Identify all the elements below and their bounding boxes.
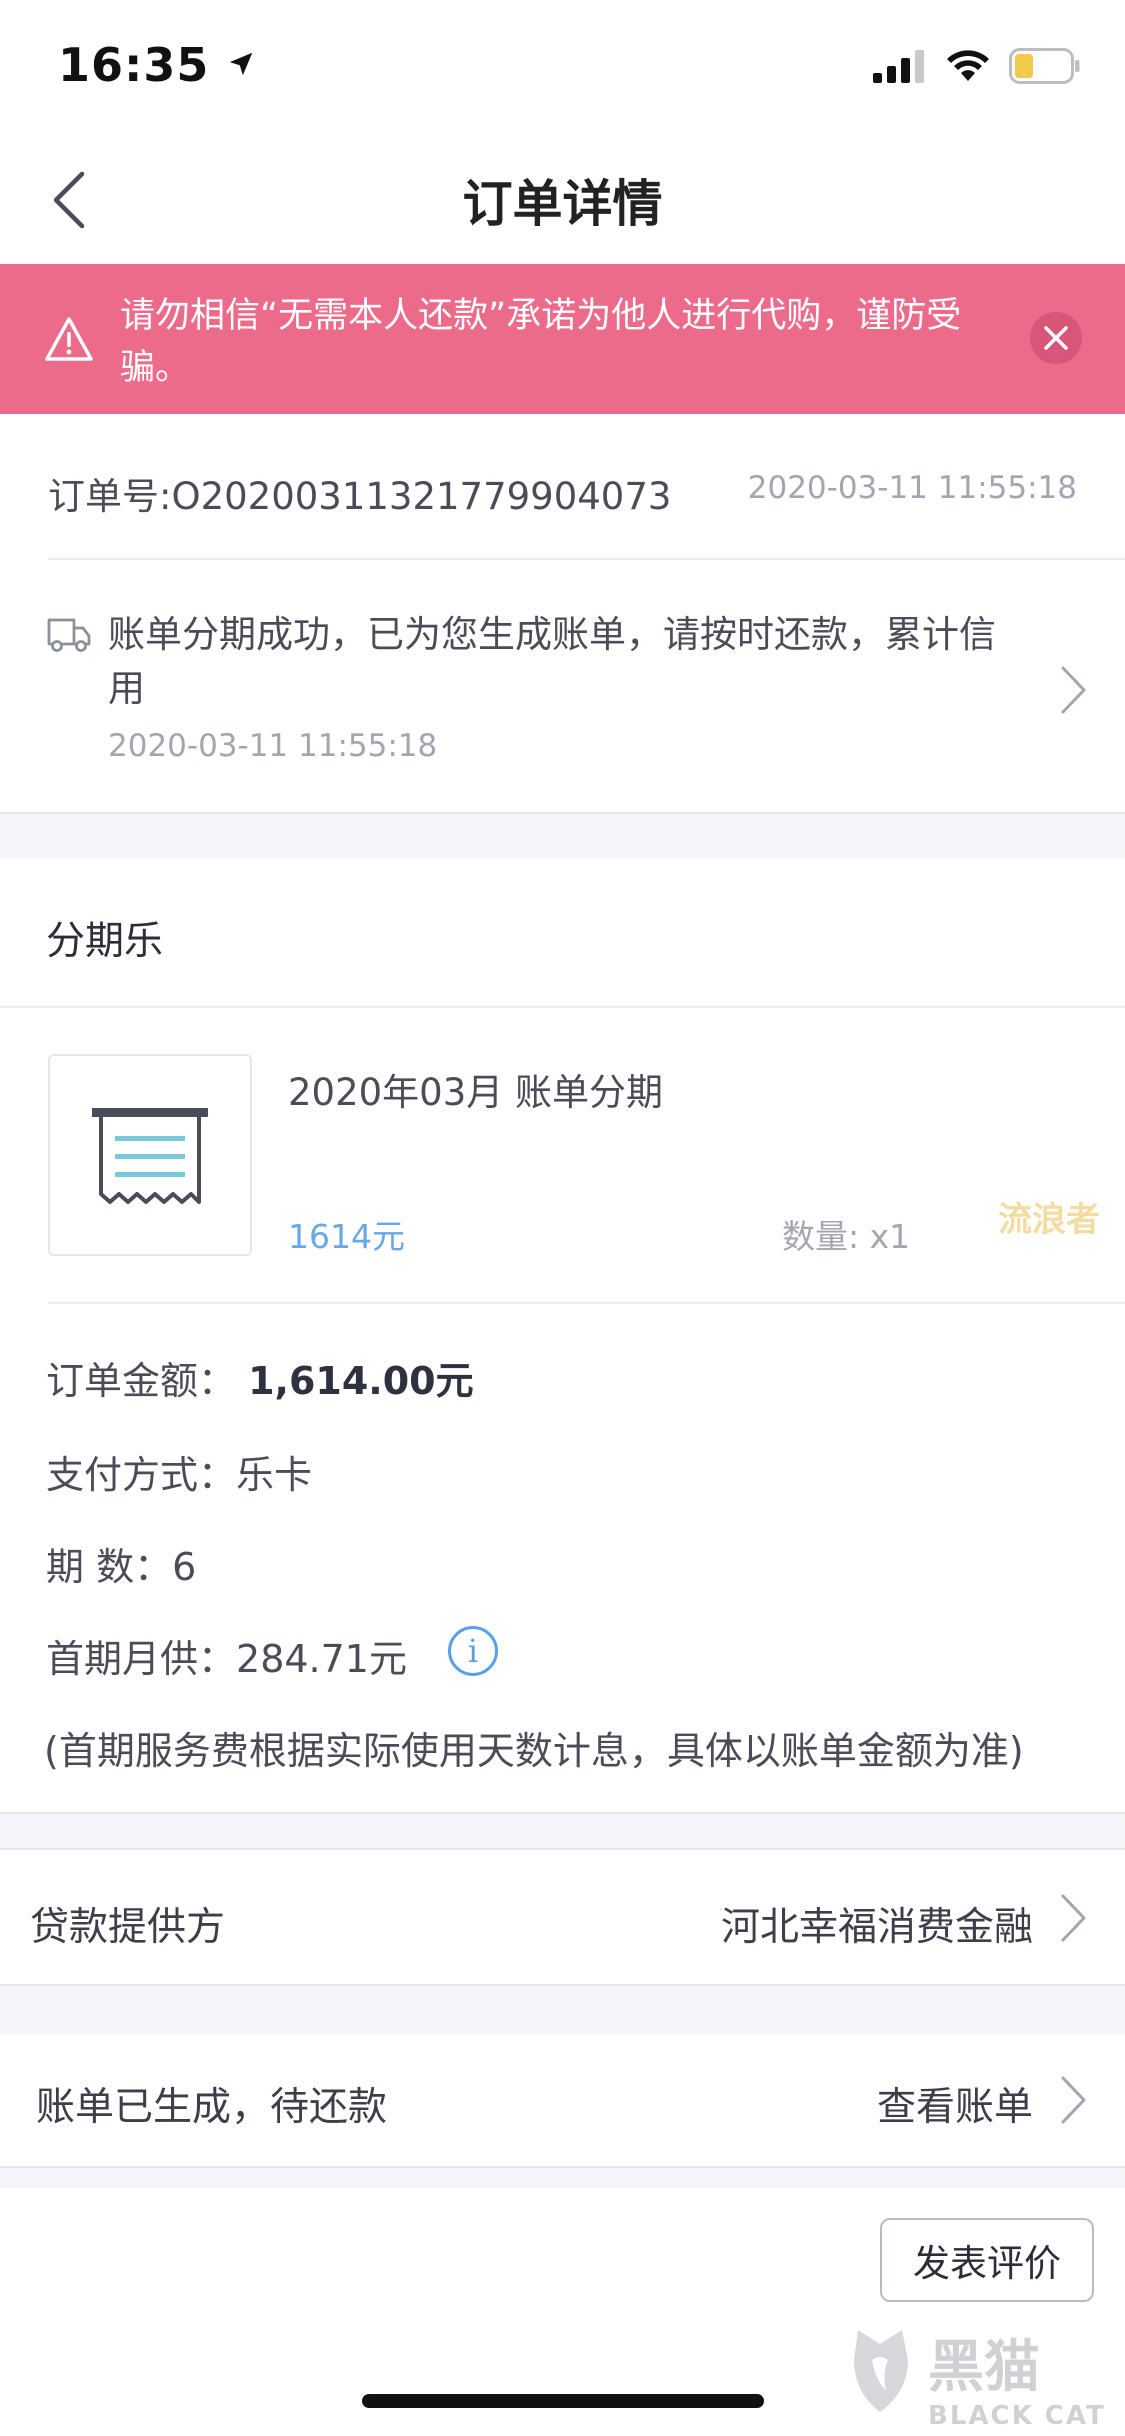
info-icon[interactable]: i	[448, 1626, 498, 1676]
view-bill-link[interactable]: 查看账单	[877, 2076, 1033, 2132]
section-gap	[0, 1986, 1125, 2034]
bill-status-label: 账单已生成，待还款	[36, 2085, 388, 2130]
section-gap	[0, 1814, 1125, 1850]
order-status-message[interactable]: 账单分期成功，已为您生成账单，请按时还款，累计信用	[108, 608, 1028, 716]
order-amount-value: 1,614.00元	[248, 1359, 474, 1403]
order-number: 订单号:O202003113217799040​73	[48, 475, 672, 518]
divider	[0, 1006, 1125, 1008]
installment-periods-label: 期 数：	[46, 1545, 173, 1589]
page-title: 订单详情	[462, 175, 663, 233]
battery-icon	[1009, 48, 1080, 84]
installment-periods-value: 6	[172, 1545, 197, 1589]
payment-method-value: 乐卡	[236, 1453, 313, 1497]
product-thumbnail	[48, 1054, 252, 1256]
home-indicator	[362, 2394, 764, 2408]
status-icons	[873, 46, 1081, 86]
svg-text:BLACK CAT: BLACK CAT	[928, 2401, 1106, 2431]
lender-value: 河北幸福消费金融	[720, 1905, 1033, 1950]
payment-method: 支付方式：乐卡	[46, 1444, 312, 1499]
warning-banner-text: 请勿相信“无需本人还款”承诺为他人进行代购，谨防受骗。	[120, 296, 962, 388]
delivery-truck-icon	[46, 614, 92, 654]
chevron-right-icon[interactable]	[1058, 2074, 1088, 2126]
section-gap	[0, 2168, 1125, 2188]
receipt-icon	[92, 1108, 208, 1204]
black-cat-logo: 黑猫 BLACK CAT	[850, 2320, 1125, 2436]
service-fee-note: (首期服务费根据实际使用天数计息，具体以账单金额为准)	[44, 1729, 1024, 1773]
svg-text:黑猫: 黑猫	[928, 2335, 1040, 2400]
section-gap	[0, 814, 1125, 858]
write-review-button[interactable]: 发表评价	[880, 2218, 1094, 2302]
first-payment-value: 284.71元	[236, 1637, 407, 1681]
order-amount: 订单金额： 1,614.00元	[46, 1350, 474, 1405]
close-icon	[1044, 326, 1068, 350]
chevron-right-icon	[1061, 1894, 1086, 1942]
merchant-name: 分期乐	[46, 919, 164, 964]
status-time: 16:35	[58, 38, 256, 92]
order-amount-label: 订单金额：	[46, 1359, 237, 1403]
divider	[48, 1302, 1125, 1304]
divider	[48, 558, 1125, 560]
lender-label: 贷款提供方	[30, 1905, 226, 1950]
order-timestamp: 2020-03-11 11:55:18	[747, 470, 1077, 506]
chevron-right-icon[interactable]	[1058, 664, 1088, 716]
product-price: 1614元	[288, 1217, 405, 1256]
banner-close-button[interactable]	[1030, 312, 1082, 364]
cellular-signal-icon	[873, 50, 924, 83]
first-payment: 首期月供：284.71元	[46, 1628, 407, 1683]
location-arrow-icon	[230, 52, 253, 76]
installment-periods: 期 数：6	[46, 1536, 196, 1591]
first-payment-label: 首期月供：	[46, 1637, 237, 1681]
product-quantity: 数量: x1	[782, 1217, 911, 1256]
warning-icon	[44, 316, 94, 362]
payment-method-label: 支付方式：	[46, 1453, 237, 1497]
status-timestamp: 2020-03-11 11:55:18	[108, 728, 438, 764]
product-title: 2020年03月 账单分期	[288, 1071, 664, 1114]
watermark: 流浪者	[998, 1200, 1100, 1240]
wifi-icon	[947, 50, 989, 81]
